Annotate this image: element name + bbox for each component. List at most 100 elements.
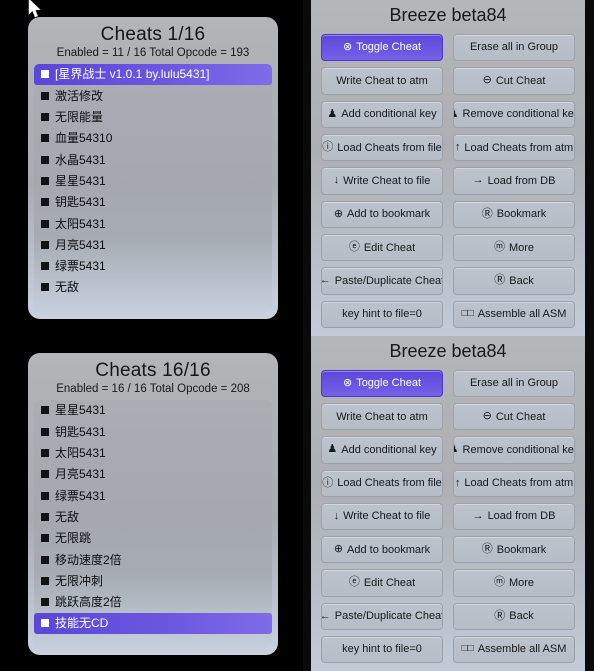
breeze-button-erase-all-in-group[interactable]: Erase all in Group (453, 33, 575, 62)
breeze-button-assemble-all-asm[interactable]: □□ Assemble all ASM (453, 635, 575, 663)
cheat-list-item[interactable]: 绿票5431 (34, 256, 272, 277)
breeze-button-load-cheats-from-file[interactable]: ⓘ Load Cheats from file (321, 469, 443, 497)
checkbox-icon[interactable] (41, 283, 49, 292)
cheats-list[interactable]: [星界战士 v1.0.1 by.lulu5431] 激活修改无限能量血量54310… (34, 63, 272, 312)
cheat-list-item[interactable]: 移动速度2倍 (34, 549, 272, 570)
breeze-button-edit-cheat[interactable]: ⓔ Edit Cheat (321, 569, 443, 597)
checkbox-icon[interactable] (41, 198, 49, 207)
breeze-button-write-cheat-to-atm[interactable]: Write Cheat to atm (321, 403, 443, 431)
checkbox-icon[interactable] (41, 534, 49, 543)
checkbox-icon[interactable] (41, 113, 49, 122)
breeze-button-paste-duplicate-cheat[interactable]: ←Paste/Duplicate Cheat (321, 267, 443, 295)
cheat-list-item[interactable]: 激活修改 (34, 85, 272, 106)
breeze-button-edit-cheat[interactable]: ⓔ Edit Cheat (321, 233, 443, 262)
breeze-button-add-to-bookmark[interactable]: ⊕ Add to bookmark (321, 536, 443, 564)
breeze-button-write-cheat-to-atm[interactable]: Write Cheat to atm (321, 67, 443, 95)
breeze-button-grid: ⊗ Toggle Cheat Erase all in Group Write Che… (311, 369, 585, 671)
cheat-list-item[interactable]: 水晶5431 (34, 149, 272, 170)
cheat-list-item[interactable]: 钥匙5431 (34, 421, 272, 442)
cheat-list-item[interactable]: 太阳5431 (34, 442, 272, 463)
checkbox-icon[interactable] (41, 406, 49, 415)
breeze-button-toggle-cheat[interactable]: ⊗ Toggle Cheat (321, 369, 443, 398)
breeze-button-cut-cheat[interactable]: ⊖ Cut Cheat (453, 403, 575, 431)
cheat-item-label: 星星5431 (55, 403, 106, 418)
breeze-button-add-conditional-key[interactable]: ♟ Add conditional key (321, 436, 443, 464)
button-glyph-icon: ♟ (327, 443, 338, 456)
breeze-button-add-conditional-key[interactable]: ♟ Add conditional key (321, 100, 443, 128)
cheat-list-item[interactable]: 太阳5431 (34, 213, 272, 234)
breeze-button-bookmark[interactable]: Ⓡ Bookmark (453, 200, 575, 228)
breeze-button-load-from-db[interactable]: → Load from DB (453, 502, 575, 531)
button-glyph-icon: ⊖ (482, 74, 492, 87)
button-label: Remove conditional key (462, 108, 575, 121)
breeze-panel-top: Breeze beta84 ⊗ Toggle Cheat Erase all in … (311, 0, 585, 336)
cheat-list-item[interactable]: 血量54310 (34, 128, 272, 149)
cheat-item-label: 无敌 (55, 509, 80, 524)
checkbox-icon[interactable] (41, 91, 49, 100)
checkbox-icon[interactable] (41, 619, 49, 628)
button-glyph-icon: → (472, 174, 484, 187)
breeze-button-remove-conditional-key[interactable]: ♟Remove conditional key (453, 100, 575, 128)
button-label: Add conditional key (341, 108, 437, 121)
button-label: key hint to file=0 (342, 308, 422, 321)
cheat-list-item[interactable]: 无限冲刺 (34, 570, 272, 591)
cheat-list-item[interactable]: 无限能量 (34, 106, 272, 127)
checkbox-icon[interactable] (41, 576, 49, 585)
breeze-button-key-hint-to-file-0[interactable]: key hint to file=0 (321, 635, 443, 663)
cheat-list-item[interactable]: 绿票5431 (34, 485, 272, 506)
cheat-list-item[interactable]: 星星5431 (34, 170, 272, 191)
breeze-button-load-cheats-from-atm[interactable]: ↑ Load Cheats from atm (453, 133, 575, 162)
button-label: Write Cheat to atm (336, 410, 428, 423)
breeze-button-paste-duplicate-cheat[interactable]: ←Paste/Duplicate Cheat (321, 602, 443, 630)
breeze-button-cut-cheat[interactable]: ⊖ Cut Cheat (453, 67, 575, 95)
breeze-button-bookmark[interactable]: Ⓡ Bookmark (453, 536, 575, 564)
checkbox-icon[interactable] (41, 219, 49, 228)
button-label: Load Cheats from atm (464, 141, 574, 154)
breeze-button-load-cheats-from-file[interactable]: ⓘ Load Cheats from file (321, 133, 443, 162)
breeze-button-assemble-all-asm[interactable]: □□ Assemble all ASM (453, 300, 575, 328)
breeze-button-remove-conditional-key[interactable]: ♟Remove conditional key (453, 436, 575, 464)
checkbox-icon[interactable] (41, 598, 49, 607)
cheat-item-label: 血量54310 (55, 131, 113, 146)
checkbox-icon[interactable] (41, 470, 49, 479)
checkbox-icon[interactable] (41, 240, 49, 249)
button-label: Paste/Duplicate Cheat (334, 610, 443, 623)
breeze-button-write-cheat-to-file[interactable]: ↓ Write Cheat to file (321, 502, 443, 531)
breeze-button-more[interactable]: ⓜ More (453, 569, 575, 597)
cheat-list-item[interactable]: 无敌 (34, 277, 272, 298)
cheat-item-label: 无限能量 (55, 110, 104, 125)
breeze-button-more[interactable]: ⓜ More (453, 233, 575, 262)
checkbox-icon[interactable] (41, 262, 49, 271)
button-label: Paste/Duplicate Cheat (334, 274, 443, 287)
cheat-list-item[interactable]: [星界战士 v1.0.1 by.lulu5431] (34, 63, 272, 86)
cheat-list-item[interactable]: 无限跳 (34, 528, 272, 549)
breeze-button-back[interactable]: Ⓡ Back (453, 267, 575, 295)
breeze-button-add-to-bookmark[interactable]: ⊕ Add to bookmark (321, 200, 443, 228)
cheat-list-item[interactable]: 跳跃高度2倍 (34, 592, 272, 613)
breeze-button-back[interactable]: Ⓡ Back (453, 602, 575, 630)
cheats-list[interactable]: 星星5431 钥匙5431 太阳5431 月亮5431 绿票5431 无敌无限跳 移动速度2… (34, 399, 272, 648)
breeze-button-toggle-cheat[interactable]: ⊗ Toggle Cheat (321, 33, 443, 62)
breeze-button-erase-all-in-group[interactable]: Erase all in Group (453, 369, 575, 398)
checkbox-icon[interactable] (41, 512, 49, 521)
button-label: Cut Cheat (495, 74, 546, 87)
cheat-list-item[interactable]: 星星5431 (34, 400, 272, 421)
checkbox-icon[interactable] (41, 555, 49, 564)
cheat-list-item[interactable]: 钥匙5431 (34, 192, 272, 213)
checkbox-icon[interactable] (41, 134, 49, 143)
checkbox-icon[interactable] (41, 449, 49, 458)
checkbox-icon[interactable] (41, 176, 49, 185)
button-glyph-icon: Ⓡ (481, 207, 493, 220)
cheat-list-item[interactable]: 技能无CD (34, 612, 272, 635)
breeze-button-load-cheats-from-atm[interactable]: ↑ Load Cheats from atm (453, 469, 575, 497)
checkbox-icon[interactable] (41, 491, 49, 500)
cheat-list-item[interactable]: 月亮5431 (34, 234, 272, 255)
cheat-list-item[interactable]: 无敌 (34, 506, 272, 527)
checkbox-icon[interactable] (41, 427, 49, 436)
cheat-list-item[interactable]: 月亮5431 (34, 464, 272, 485)
breeze-button-load-from-db[interactable]: → Load from DB (453, 167, 575, 195)
checkbox-icon[interactable] (41, 70, 49, 79)
breeze-button-key-hint-to-file-0[interactable]: key hint to file=0 (321, 300, 443, 328)
breeze-button-write-cheat-to-file[interactable]: ↓ Write Cheat to file (321, 167, 443, 195)
checkbox-icon[interactable] (41, 155, 49, 164)
